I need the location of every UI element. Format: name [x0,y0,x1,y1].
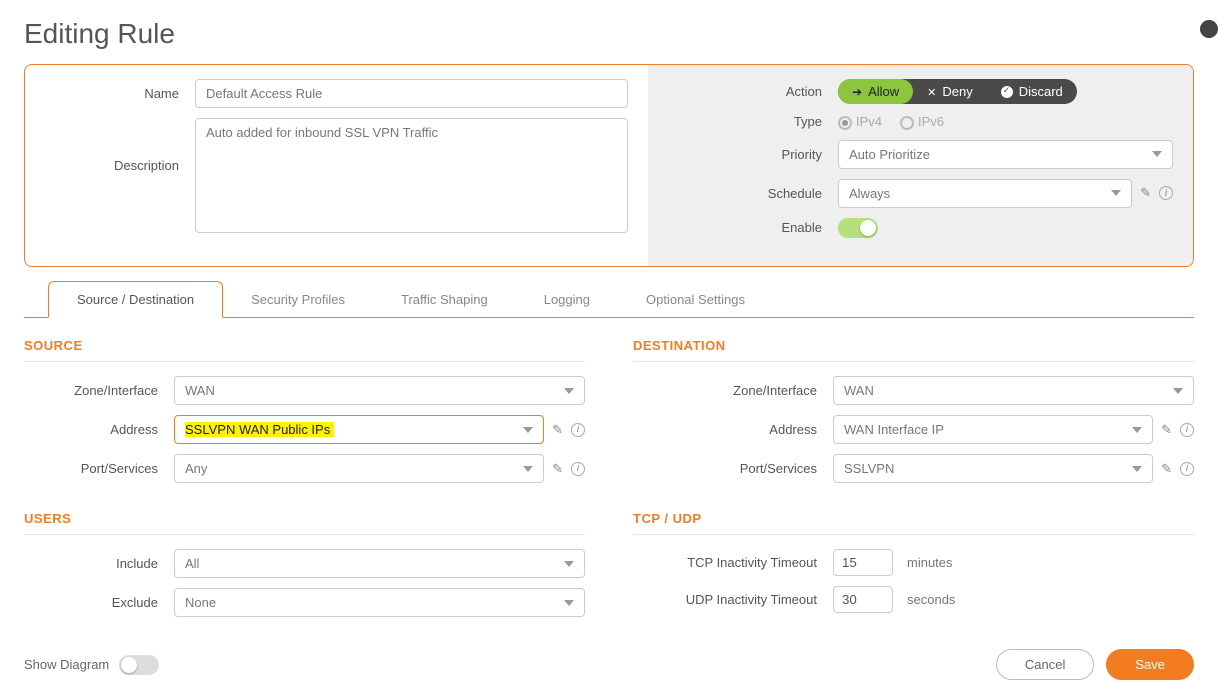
source-port-label: Port/Services [24,461,174,476]
dest-zone-value: WAN [844,383,874,398]
enable-label: Enable [668,220,838,235]
dest-address-label: Address [633,422,833,437]
source-address-label: Address [24,422,174,437]
schedule-label: Schedule [668,186,838,201]
info-icon[interactable]: i [1180,462,1194,476]
destination-heading: DESTINATION [633,338,1194,362]
pencil-icon[interactable] [1161,422,1172,438]
name-label: Name [45,86,195,101]
dest-zone-label: Zone/Interface [633,383,833,398]
action-allow-label: Allow [868,84,899,99]
type-ipv6-radio[interactable]: IPv6 [900,114,944,130]
close-icon[interactable] [1200,20,1218,38]
dest-zone-select[interactable]: WAN [833,376,1194,405]
action-label: Action [668,84,838,99]
arrow-right-icon: ➔ [852,85,862,99]
info-icon[interactable]: i [1159,186,1173,200]
pencil-icon[interactable] [552,461,563,477]
tcp-timeout-input[interactable] [833,549,893,576]
radio-icon [838,116,852,130]
priority-label: Priority [668,147,838,162]
source-zone-select[interactable]: WAN [174,376,585,405]
x-icon [927,84,936,99]
action-discard-label: Discard [1019,84,1063,99]
priority-value: Auto Prioritize [849,147,930,162]
pencil-icon[interactable] [1161,461,1172,477]
description-input[interactable] [195,118,628,233]
name-input[interactable] [195,79,628,108]
users-include-value: All [185,556,199,571]
info-icon[interactable]: i [1180,423,1194,437]
radio-icon [900,116,914,130]
tab-traffic-shaping[interactable]: Traffic Shaping [373,282,516,317]
type-ipv4-label: IPv4 [856,114,882,129]
source-zone-label: Zone/Interface [24,383,174,398]
action-allow-button[interactable]: ➔ Allow [838,79,913,104]
udp-timeout-input[interactable] [833,586,893,613]
type-label: Type [668,114,838,129]
type-ipv4-radio[interactable]: IPv4 [838,114,882,130]
udp-timeout-label: UDP Inactivity Timeout [633,592,833,607]
pencil-icon[interactable] [1140,185,1151,201]
action-discard-button[interactable]: Discard [987,79,1077,104]
source-zone-value: WAN [185,383,215,398]
users-exclude-select[interactable]: None [174,588,585,617]
pencil-icon[interactable] [552,422,563,438]
info-icon[interactable]: i [571,423,585,437]
shield-check-icon [1001,86,1013,98]
action-deny-label: Deny [942,84,972,99]
action-segmented: ➔ Allow Deny Discard [838,79,1077,104]
dest-address-select[interactable]: WAN Interface IP [833,415,1153,444]
rule-summary-panel: Name Description Action ➔ Allow Deny [24,64,1194,267]
action-deny-button[interactable]: Deny [913,79,987,104]
users-exclude-value: None [185,595,216,610]
users-exclude-label: Exclude [24,595,174,610]
users-include-select[interactable]: All [174,549,585,578]
tcp-timeout-label: TCP Inactivity Timeout [633,555,833,570]
dest-port-select[interactable]: SSLVPN [833,454,1153,483]
tcp-timeout-unit: minutes [907,555,953,570]
enable-toggle[interactable] [838,218,878,238]
schedule-value: Always [849,186,890,201]
source-port-value: Any [185,461,207,476]
udp-timeout-unit: seconds [907,592,955,607]
dest-port-value: SSLVPN [844,461,894,476]
source-port-select[interactable]: Any [174,454,544,483]
show-diagram-label: Show Diagram [24,657,109,672]
tab-security-profiles[interactable]: Security Profiles [223,282,373,317]
source-address-value: SSLVPN WAN Public IPs [185,422,334,437]
tcpudp-heading: TCP / UDP [633,511,1194,535]
dest-address-value: WAN Interface IP [844,422,944,437]
users-heading: USERS [24,511,585,535]
tab-source-destination[interactable]: Source / Destination [48,281,223,318]
description-label: Description [45,118,195,236]
tab-bar: Source / Destination Security Profiles T… [24,281,1194,318]
tab-logging[interactable]: Logging [516,282,618,317]
dest-port-label: Port/Services [633,461,833,476]
source-address-select[interactable]: SSLVPN WAN Public IPs [174,415,544,444]
show-diagram-toggle[interactable] [119,655,159,675]
users-include-label: Include [24,556,174,571]
schedule-select[interactable]: Always [838,179,1132,208]
tab-optional-settings[interactable]: Optional Settings [618,282,773,317]
info-icon[interactable]: i [571,462,585,476]
priority-select[interactable]: Auto Prioritize [838,140,1173,169]
page-title: Editing Rule [24,18,1194,50]
source-heading: SOURCE [24,338,585,362]
type-ipv6-label: IPv6 [918,114,944,129]
